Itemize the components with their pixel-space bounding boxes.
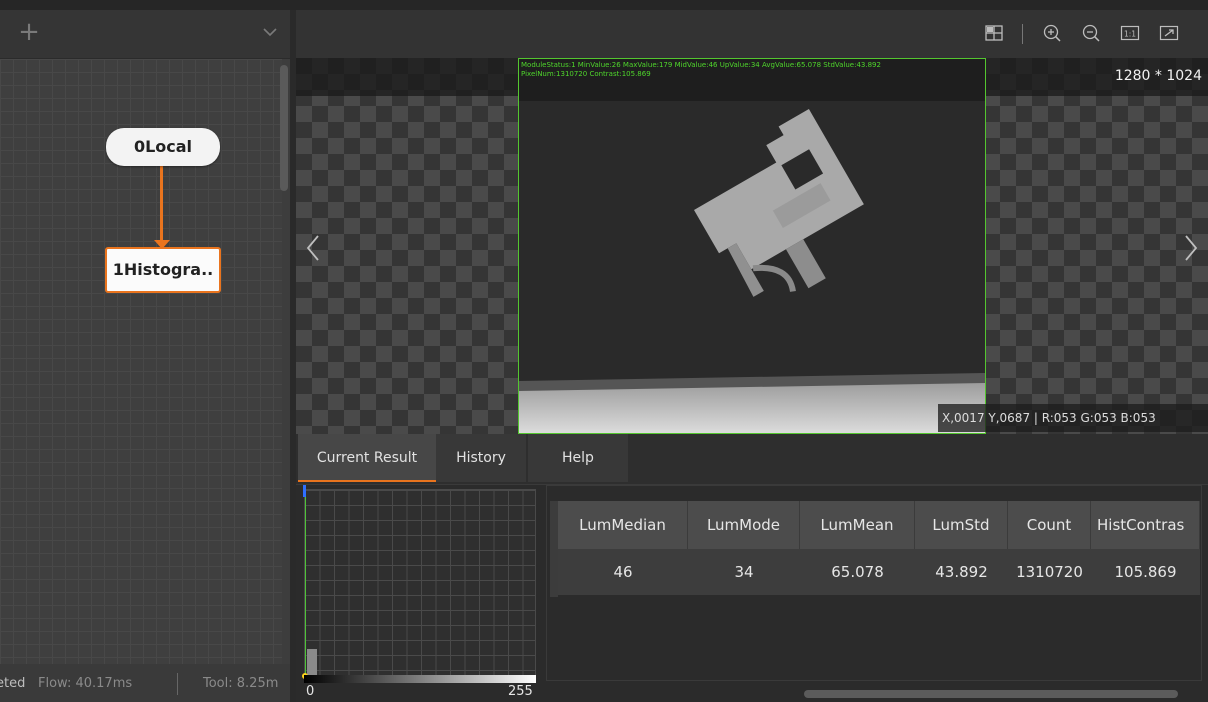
chevron-right-icon[interactable] [1178, 228, 1202, 268]
tab-current-result[interactable]: Current Result [298, 434, 436, 482]
window-top-strip [0, 0, 1208, 10]
chevron-left-icon[interactable] [302, 228, 326, 268]
table-cell: 43.892 [935, 563, 988, 581]
flow-node-histogram[interactable]: 1Histogra.. [105, 247, 221, 293]
zoom-in-icon[interactable] [1041, 22, 1063, 44]
actual-size-label: 1:1 [1124, 30, 1136, 39]
zoom-out-icon[interactable] [1080, 22, 1102, 44]
add-button[interactable]: + [14, 16, 44, 48]
table-header: LumMedian LumMode LumMean LumStd Count H… [558, 501, 1200, 549]
toolbar-divider [1022, 24, 1023, 44]
table-horizontal-scrollbar[interactable] [804, 690, 1178, 698]
histogram-chart [302, 485, 536, 679]
histogram-axis [305, 489, 306, 677]
status-divider [177, 673, 178, 695]
camera-image: ModuleStatus:1 MinValue:26 MaxValue:179 … [518, 58, 986, 434]
histogram-min-label: 0 [306, 684, 315, 699]
column-header[interactable]: LumStd [915, 501, 1008, 549]
overlay-line-2: PixelNum:1310720 Contrast:105.869 [521, 70, 651, 78]
image-toolbar: 1:1 [296, 10, 1208, 58]
flow-toolbar: + [0, 10, 290, 59]
column-header[interactable]: HistContras [1091, 501, 1200, 549]
status-bar: eted Flow: 40.17ms Tool: 8.25m [0, 664, 290, 702]
table-cell: 105.869 [1114, 563, 1177, 581]
histogram-grid [304, 489, 536, 677]
chevron-down-icon[interactable] [258, 20, 282, 44]
image-viewer[interactable]: ModuleStatus:1 MinValue:26 MaxValue:179 … [296, 58, 1208, 434]
column-header[interactable]: LumMedian [558, 501, 688, 549]
result-tabs: Current Result History Help [296, 434, 1208, 485]
run-status: eted [0, 676, 26, 691]
table-row-header [550, 501, 558, 597]
tab-history[interactable]: History [436, 434, 526, 482]
actual-size-icon[interactable]: 1:1 [1119, 22, 1141, 44]
histogram-bar [307, 649, 317, 677]
pixel-coordinates: X,0017 Y,0687 | R:053 G:053 B:053 [938, 404, 1208, 432]
flow-node-local[interactable]: 0Local [106, 128, 220, 166]
table-cell: 34 [734, 563, 754, 581]
fit-window-icon[interactable] [1158, 22, 1180, 44]
table-row[interactable]: 46 34 65.078 43.892 1310720 105.869 [558, 549, 1200, 595]
grayscale-gradient [304, 675, 536, 683]
flow-panel: + 0Local 1Histogra.. eted Flow: 40.17ms … [0, 10, 290, 702]
grid-icon[interactable] [983, 22, 1005, 44]
overlay-line-1: ModuleStatus:1 MinValue:26 MaxValue:179 … [521, 61, 881, 69]
tab-help[interactable]: Help [528, 434, 628, 482]
flow-connector [160, 166, 163, 242]
column-header[interactable]: Count [1008, 501, 1091, 549]
column-header[interactable]: LumMean [800, 501, 915, 549]
histogram-max-marker [303, 485, 306, 497]
histogram-max-label: 255 [508, 684, 533, 699]
tool-time: Tool: 8.25m [203, 676, 279, 691]
table-cell: 1310720 [1016, 563, 1083, 581]
column-header[interactable]: LumMode [688, 501, 800, 549]
results-table: LumMedian LumMode LumMean LumStd Count H… [550, 495, 1200, 597]
result-overlay-text: ModuleStatus:1 MinValue:26 MaxValue:179 … [521, 61, 985, 79]
table-cell: 46 [613, 563, 633, 581]
image-dimensions: 1280 * 1024 [1114, 68, 1202, 84]
flow-canvas[interactable]: 0Local 1Histogra.. [0, 59, 282, 664]
table-cell: 65.078 [831, 563, 884, 581]
flow-time: Flow: 40.17ms [38, 676, 133, 691]
canvas-scrollbar[interactable] [280, 65, 288, 191]
results-panel: 0 255 LumMedian LumMode LumMean LumStd C… [296, 485, 1208, 702]
